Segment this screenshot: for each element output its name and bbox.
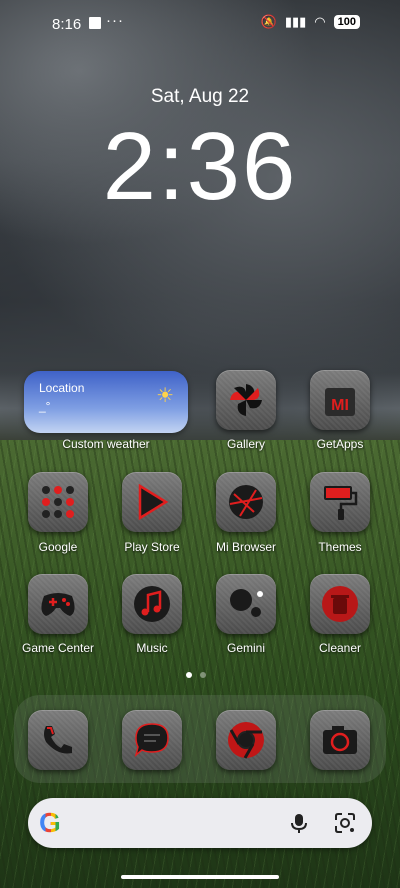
wifi-icon: ◠ <box>314 14 326 29</box>
music-note-icon <box>134 586 170 622</box>
app-mibrowser[interactable] <box>216 472 276 532</box>
lens-icon[interactable] <box>334 812 356 834</box>
notification-icon <box>89 17 101 29</box>
dock-camera[interactable] <box>310 710 370 770</box>
message-icon <box>134 723 169 758</box>
page-indicator[interactable] <box>186 672 206 678</box>
app-music[interactable] <box>122 574 182 634</box>
signal-icon: ▮▮▮ <box>284 14 307 29</box>
app-google[interactable] <box>28 472 88 532</box>
weather-widget[interactable]: Location _° ☀ <box>24 371 188 433</box>
app-cleaner-label: Cleaner <box>318 641 362 655</box>
more-notifications-icon: ··· <box>106 12 124 29</box>
gesture-handle[interactable] <box>121 875 279 879</box>
camera-icon <box>323 726 357 754</box>
app-themes-label: Themes <box>318 540 362 554</box>
mi-bag-icon: MI <box>325 388 355 416</box>
mic-icon[interactable] <box>288 812 310 834</box>
app-gamecenter[interactable] <box>28 574 88 634</box>
app-themes[interactable] <box>310 472 370 532</box>
status-bar: 8:16 ··· 🔕 ▮▮▮ ◠ 100 <box>0 0 400 48</box>
mute-bell-icon: 🔕 <box>260 14 277 29</box>
chrome-icon <box>228 722 264 759</box>
app-getapps-label: GetApps <box>316 437 364 451</box>
weather-location: Location <box>39 381 85 395</box>
lock-date: Sat, Aug 22 <box>150 86 250 107</box>
paint-roller-icon <box>324 486 358 520</box>
status-time: 8:16 <box>52 16 82 33</box>
trash-icon <box>322 586 358 622</box>
dock-phone[interactable] <box>28 710 88 770</box>
page-dot-2 <box>200 672 206 678</box>
dock-chrome[interactable] <box>216 710 276 770</box>
page-dot-1 <box>186 672 192 678</box>
browser-icon <box>229 485 263 519</box>
app-gemini[interactable] <box>216 574 276 634</box>
app-cleaner[interactable] <box>310 574 370 634</box>
lock-clock[interactable]: 2:36 <box>0 112 400 222</box>
gamepad-icon <box>41 593 75 616</box>
google-folder-icon <box>42 486 74 518</box>
weather-widget-label: Custom weather <box>62 437 150 451</box>
app-getapps[interactable]: MI <box>310 370 370 430</box>
google-search-bar[interactable]: G <box>28 798 372 848</box>
app-gallery[interactable] <box>216 370 276 430</box>
app-playstore[interactable] <box>122 472 182 532</box>
dock-messages[interactable] <box>122 710 182 770</box>
sun-icon: ☀ <box>156 385 174 407</box>
phone-icon <box>44 726 72 754</box>
weather-temp: _° <box>39 399 51 413</box>
pinwheel-icon <box>230 384 262 416</box>
battery-icon: 100 <box>333 15 360 29</box>
gemini-icon <box>230 589 263 617</box>
play-icon <box>138 483 169 521</box>
svg-text:MI: MI <box>331 397 349 414</box>
google-logo: G <box>39 807 61 838</box>
